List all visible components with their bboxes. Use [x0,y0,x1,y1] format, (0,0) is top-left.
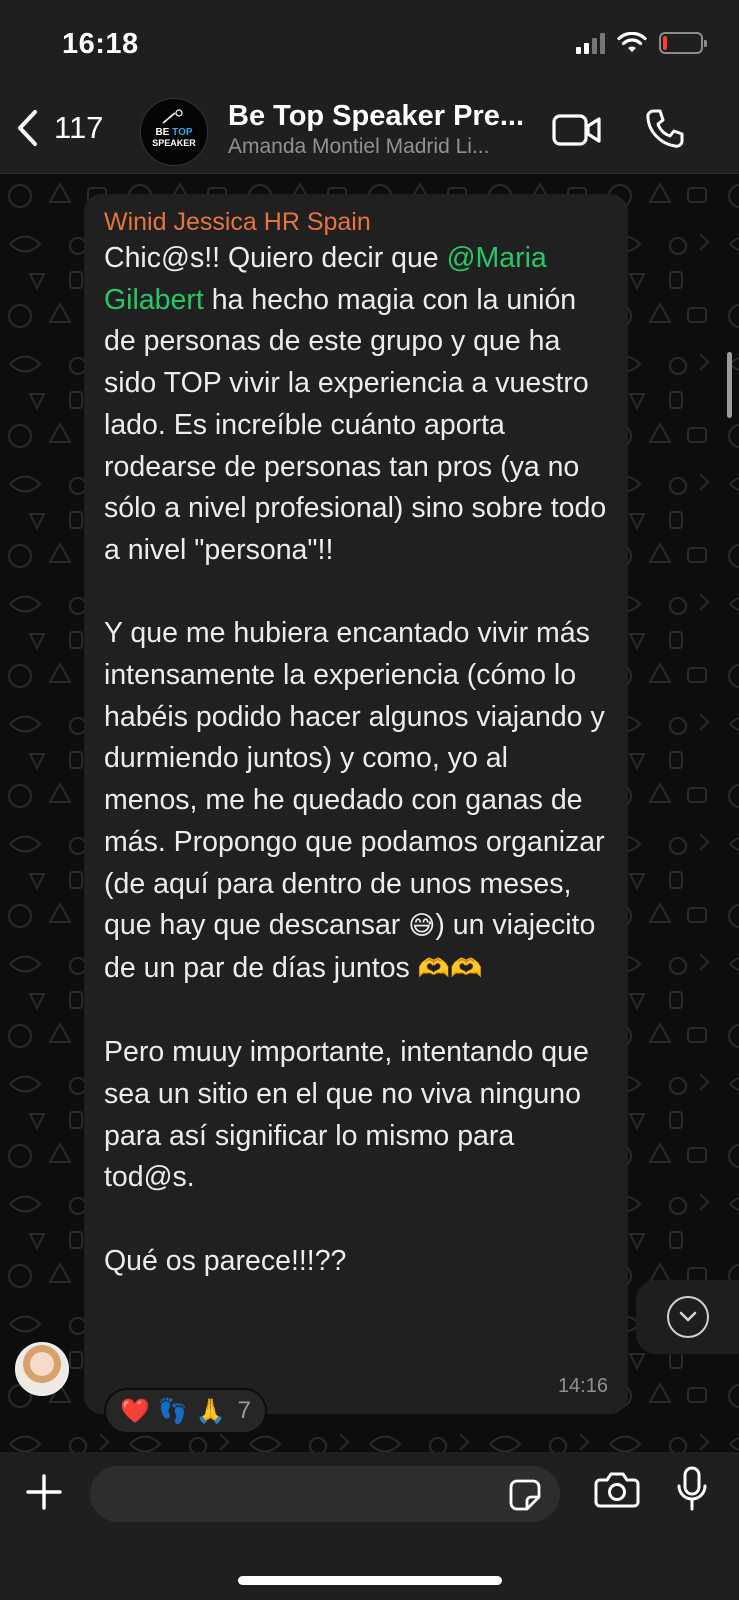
message-text-p2a: Y que me hubiera encantado vivir más int… [104,617,605,942]
status-time: 16:18 [62,28,139,60]
group-info[interactable]: Be Top Speaker Pre... Amanda Montiel Mad… [228,100,534,159]
message-bubble[interactable]: Winid Jessica HR Spain Chic@s!! Quiero d… [84,194,628,1414]
chevron-down-icon [666,1296,709,1338]
plus-icon[interactable] [24,1472,64,1512]
signal-icon [576,32,605,54]
reactions-pill[interactable]: ❤️ 👣 🙏 7 [104,1388,268,1434]
message-text-p4: Qué os parece!!!?? [104,1244,347,1277]
message-input-container[interactable] [90,1466,560,1522]
group-avatar[interactable]: BE TOP SPEAKER [140,98,208,166]
message-input[interactable] [110,1466,490,1522]
message-text-p1a: Chic@s!! Quiero decir que [104,242,447,274]
sticker-icon[interactable] [508,1478,542,1512]
avatar-text-be: BE [155,126,170,138]
chevron-left-icon [18,110,37,146]
chat-header: 117 BE TOP SPEAKER Be Top Speaker Pre...… [0,90,739,174]
footprints-reaction-icon: 👣 [157,1397,188,1425]
heart-reaction-icon: ❤️ [120,1397,150,1425]
heart-hands-emoji: 🫶🫶 [417,953,483,984]
status-icons [576,32,707,54]
home-indicator[interactable] [238,1576,502,1585]
status-bar: 16:18 [0,0,739,90]
back-button[interactable]: 117 [14,108,103,148]
scrollbar[interactable] [727,352,732,418]
message-text: Chic@s!! Quiero decir que @Maria Gilaber… [104,238,608,1283]
message-time: 14:16 [557,1375,608,1397]
video-call-icon[interactable] [552,112,602,148]
wifi-icon [617,32,647,52]
pray-reaction-icon: 🙏 [195,1397,226,1425]
group-title: Be Top Speaker Pre... [228,100,525,132]
unread-count: 117 [54,110,104,145]
composer-bar [0,1452,739,1600]
scroll-to-bottom-button[interactable] [636,1280,739,1354]
microphone-logo-icon [162,109,183,124]
reaction-count: 7 [237,1397,252,1424]
avatar-text-top: TOP [172,126,193,138]
microphone-icon[interactable] [676,1466,708,1512]
camera-icon[interactable] [594,1470,640,1510]
message-text-p1b: ha hecho magia con la unión de personas … [104,283,607,566]
sender-avatar[interactable] [15,1342,69,1396]
message-sender[interactable]: Winid Jessica HR Spain [104,206,608,238]
message-text-p3: Pero muuy importante, intentando que sea… [104,1036,589,1194]
group-subtitle: Amanda Montiel Madrid Li... [228,135,490,158]
phone-icon[interactable] [644,108,684,150]
battery-icon [659,32,707,54]
chat-area[interactable]: Winid Jessica HR Spain Chic@s!! Quiero d… [0,174,739,1452]
sweat-smile-emoji: 😅 [408,911,436,942]
avatar-text-speaker: SPEAKER [152,137,196,148]
